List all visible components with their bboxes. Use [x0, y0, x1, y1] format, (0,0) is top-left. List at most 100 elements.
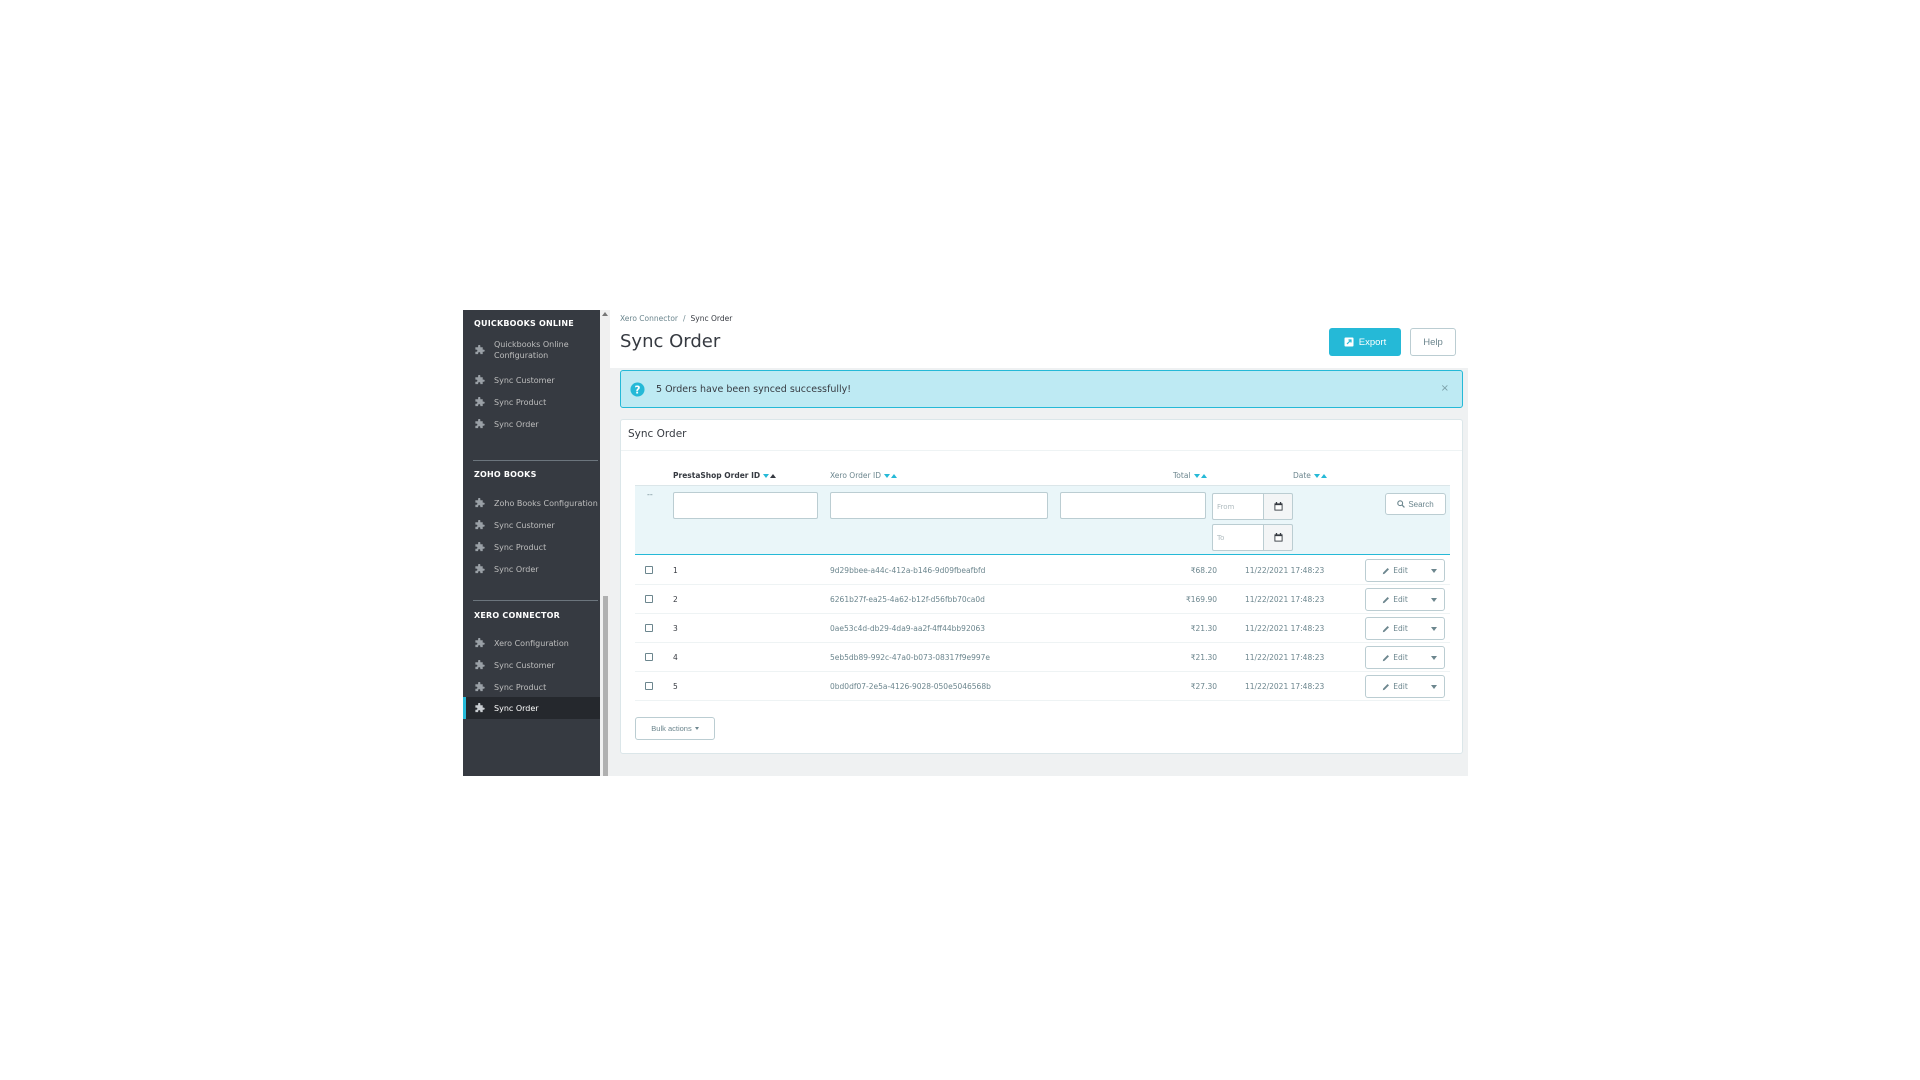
row-edit-button-group: Edit: [1365, 675, 1445, 698]
sidebar-item-zoho-configuration[interactable]: Zoho Books Configuration: [463, 495, 600, 511]
caret-down-icon: [694, 727, 699, 730]
sidebar-item-xero-sync-order[interactable]: Sync Order: [463, 697, 600, 719]
sidebar-item-xero-sync-customer[interactable]: Sync Customer: [463, 657, 600, 673]
sort-icon[interactable]: [1193, 473, 1207, 478]
column-header-total[interactable]: Total: [1173, 471, 1207, 480]
cell-date: 11/22/2021 17:48:23: [1245, 652, 1325, 662]
sidebar-divider: [473, 460, 598, 461]
column-header-xero-id[interactable]: Xero Order ID: [830, 471, 897, 480]
sidebar-item-zoho-sync-product[interactable]: Sync Product: [463, 539, 600, 555]
row-checkbox[interactable]: [645, 556, 653, 584]
filter-order-id-input[interactable]: [673, 492, 818, 519]
sidebar-item-label: Sync Order: [494, 703, 539, 713]
sidebar-item-xero-configuration[interactable]: Xero Configuration: [463, 635, 600, 651]
sidebar-item-zoho-sync-customer[interactable]: Sync Customer: [463, 517, 600, 533]
edit-button-label: Edit: [1393, 595, 1408, 604]
alert-close-button[interactable]: ×: [1441, 383, 1449, 394]
table-row: 1 9d29bbee-a44c-412a-b146-9d09fbeafbfd ₹…: [635, 556, 1450, 585]
row-actions-dropdown[interactable]: [1424, 560, 1444, 581]
puzzle-icon: [475, 659, 485, 669]
sort-icon[interactable]: [763, 473, 777, 478]
export-button[interactable]: Export: [1329, 328, 1401, 356]
sidebar-item-label: Sync Product: [494, 397, 547, 407]
sidebar-item-label: Sync Customer: [494, 375, 555, 385]
sidebar-scrollbar[interactable]: [600, 310, 610, 776]
puzzle-icon: [475, 702, 485, 712]
sidebar-section-title: QUICKBOOKS ONLINE: [474, 319, 574, 328]
table-row: 5 0bd0df07-2e5a-4126-9028-050e5046568b ₹…: [635, 672, 1450, 701]
bulk-actions-button[interactable]: Bulk actions: [635, 717, 715, 740]
sidebar-item-quickbooks-configuration[interactable]: Quickbooks Online Configuration: [463, 339, 600, 361]
sidebar-item-qb-sync-customer[interactable]: Sync Customer: [463, 372, 600, 388]
row-checkbox[interactable]: [645, 585, 653, 613]
search-button[interactable]: Search: [1385, 493, 1446, 515]
pencil-icon: [1383, 596, 1390, 603]
row-checkbox[interactable]: [645, 643, 653, 671]
date-to-calendar-button[interactable]: [1263, 524, 1293, 551]
sidebar-section-title: ZOHO BOOKS: [474, 470, 537, 479]
sidebar-item-label: Sync Customer: [494, 520, 555, 530]
sidebar-divider: [473, 600, 598, 601]
edit-button[interactable]: Edit: [1366, 560, 1424, 581]
search-button-label: Search: [1408, 499, 1434, 509]
puzzle-icon: [475, 541, 485, 551]
scroll-up-arrow-icon[interactable]: [602, 312, 608, 316]
row-checkbox[interactable]: [645, 614, 653, 642]
breadcrumb: Xero Connector / Sync Order: [620, 314, 732, 323]
caret-down-icon: [1431, 626, 1437, 631]
date-to-input[interactable]: To: [1212, 524, 1264, 551]
cell-order-id: 2: [673, 594, 678, 604]
pencil-icon: [1383, 683, 1390, 690]
breadcrumb-link[interactable]: Xero Connector: [620, 314, 678, 323]
pencil-icon: [1383, 654, 1390, 661]
row-checkbox[interactable]: [645, 672, 653, 700]
row-actions-dropdown[interactable]: [1424, 676, 1444, 697]
sidebar-item-label: Sync Product: [494, 542, 547, 552]
cell-xero-id: 0bd0df07-2e5a-4126-9028-050e5046568b: [830, 681, 991, 691]
success-alert: ? 5 Orders have been synced successfully…: [620, 370, 1463, 408]
row-actions-dropdown[interactable]: [1424, 589, 1444, 610]
alert-message: 5 Orders have been synced successfully!: [656, 383, 852, 395]
sidebar-item-qb-sync-product[interactable]: Sync Product: [463, 394, 600, 410]
question-circle-icon: ?: [630, 381, 645, 397]
edit-button[interactable]: Edit: [1366, 676, 1424, 697]
cell-total: ₹21.30: [1190, 652, 1217, 662]
cell-date: 11/22/2021 17:48:23: [1245, 594, 1325, 604]
column-header-order-id[interactable]: PrestaShop Order ID: [673, 471, 777, 480]
row-actions-dropdown[interactable]: [1424, 647, 1444, 668]
sidebar-item-qb-sync-order[interactable]: Sync Order: [463, 416, 600, 432]
cell-order-id: 4: [673, 652, 678, 662]
sidebar-item-zoho-sync-order[interactable]: Sync Order: [463, 561, 600, 577]
cell-date: 11/22/2021 17:48:23: [1245, 565, 1325, 575]
table-row: 2 6261b27f-ea25-4a62-b12f-d56fbb70ca0d ₹…: [635, 585, 1450, 614]
row-edit-button-group: Edit: [1365, 559, 1445, 582]
sidebar-item-label: Zoho Books Configuration: [494, 498, 598, 508]
calendar-icon: [1273, 533, 1283, 542]
sort-icon[interactable]: [884, 473, 897, 478]
date-from-calendar-button[interactable]: [1263, 493, 1293, 520]
puzzle-icon: [475, 344, 485, 354]
edit-button[interactable]: Edit: [1366, 589, 1424, 610]
caret-down-icon: [1431, 684, 1437, 689]
scrollbar-thumb[interactable]: [603, 596, 608, 776]
puzzle-icon: [475, 637, 485, 647]
column-header-date[interactable]: Date: [1293, 471, 1327, 480]
filter-xero-id-input[interactable]: [830, 492, 1048, 519]
main-content: Xero Connector / Sync Order Sync Order Exp…: [610, 310, 1468, 776]
edit-button[interactable]: Edit: [1366, 618, 1424, 639]
calendar-icon: [1273, 502, 1283, 511]
sidebar-item-xero-sync-product[interactable]: Sync Product: [463, 679, 600, 695]
caret-down-icon: [1431, 655, 1437, 660]
sort-icon[interactable]: [1313, 473, 1327, 478]
cell-xero-id: 9d29bbee-a44c-412a-b146-9d09fbeafbfd: [830, 565, 986, 575]
column-header-label: Total: [1173, 471, 1191, 480]
sidebar-item-label: Sync Order: [494, 564, 539, 574]
date-from-input[interactable]: From: [1212, 493, 1264, 520]
row-actions-dropdown[interactable]: [1424, 618, 1444, 639]
filter-total-input[interactable]: [1060, 492, 1206, 519]
sidebar-item-label: Sync Product: [494, 682, 547, 692]
edit-button[interactable]: Edit: [1366, 647, 1424, 668]
help-button[interactable]: Help: [1410, 328, 1456, 356]
orders-panel: Sync Order PrestaShop Order ID Xero Orde…: [620, 419, 1463, 754]
table-row: 4 5eb5db89-992c-47a0-b073-08317f9e997e ₹…: [635, 643, 1450, 672]
